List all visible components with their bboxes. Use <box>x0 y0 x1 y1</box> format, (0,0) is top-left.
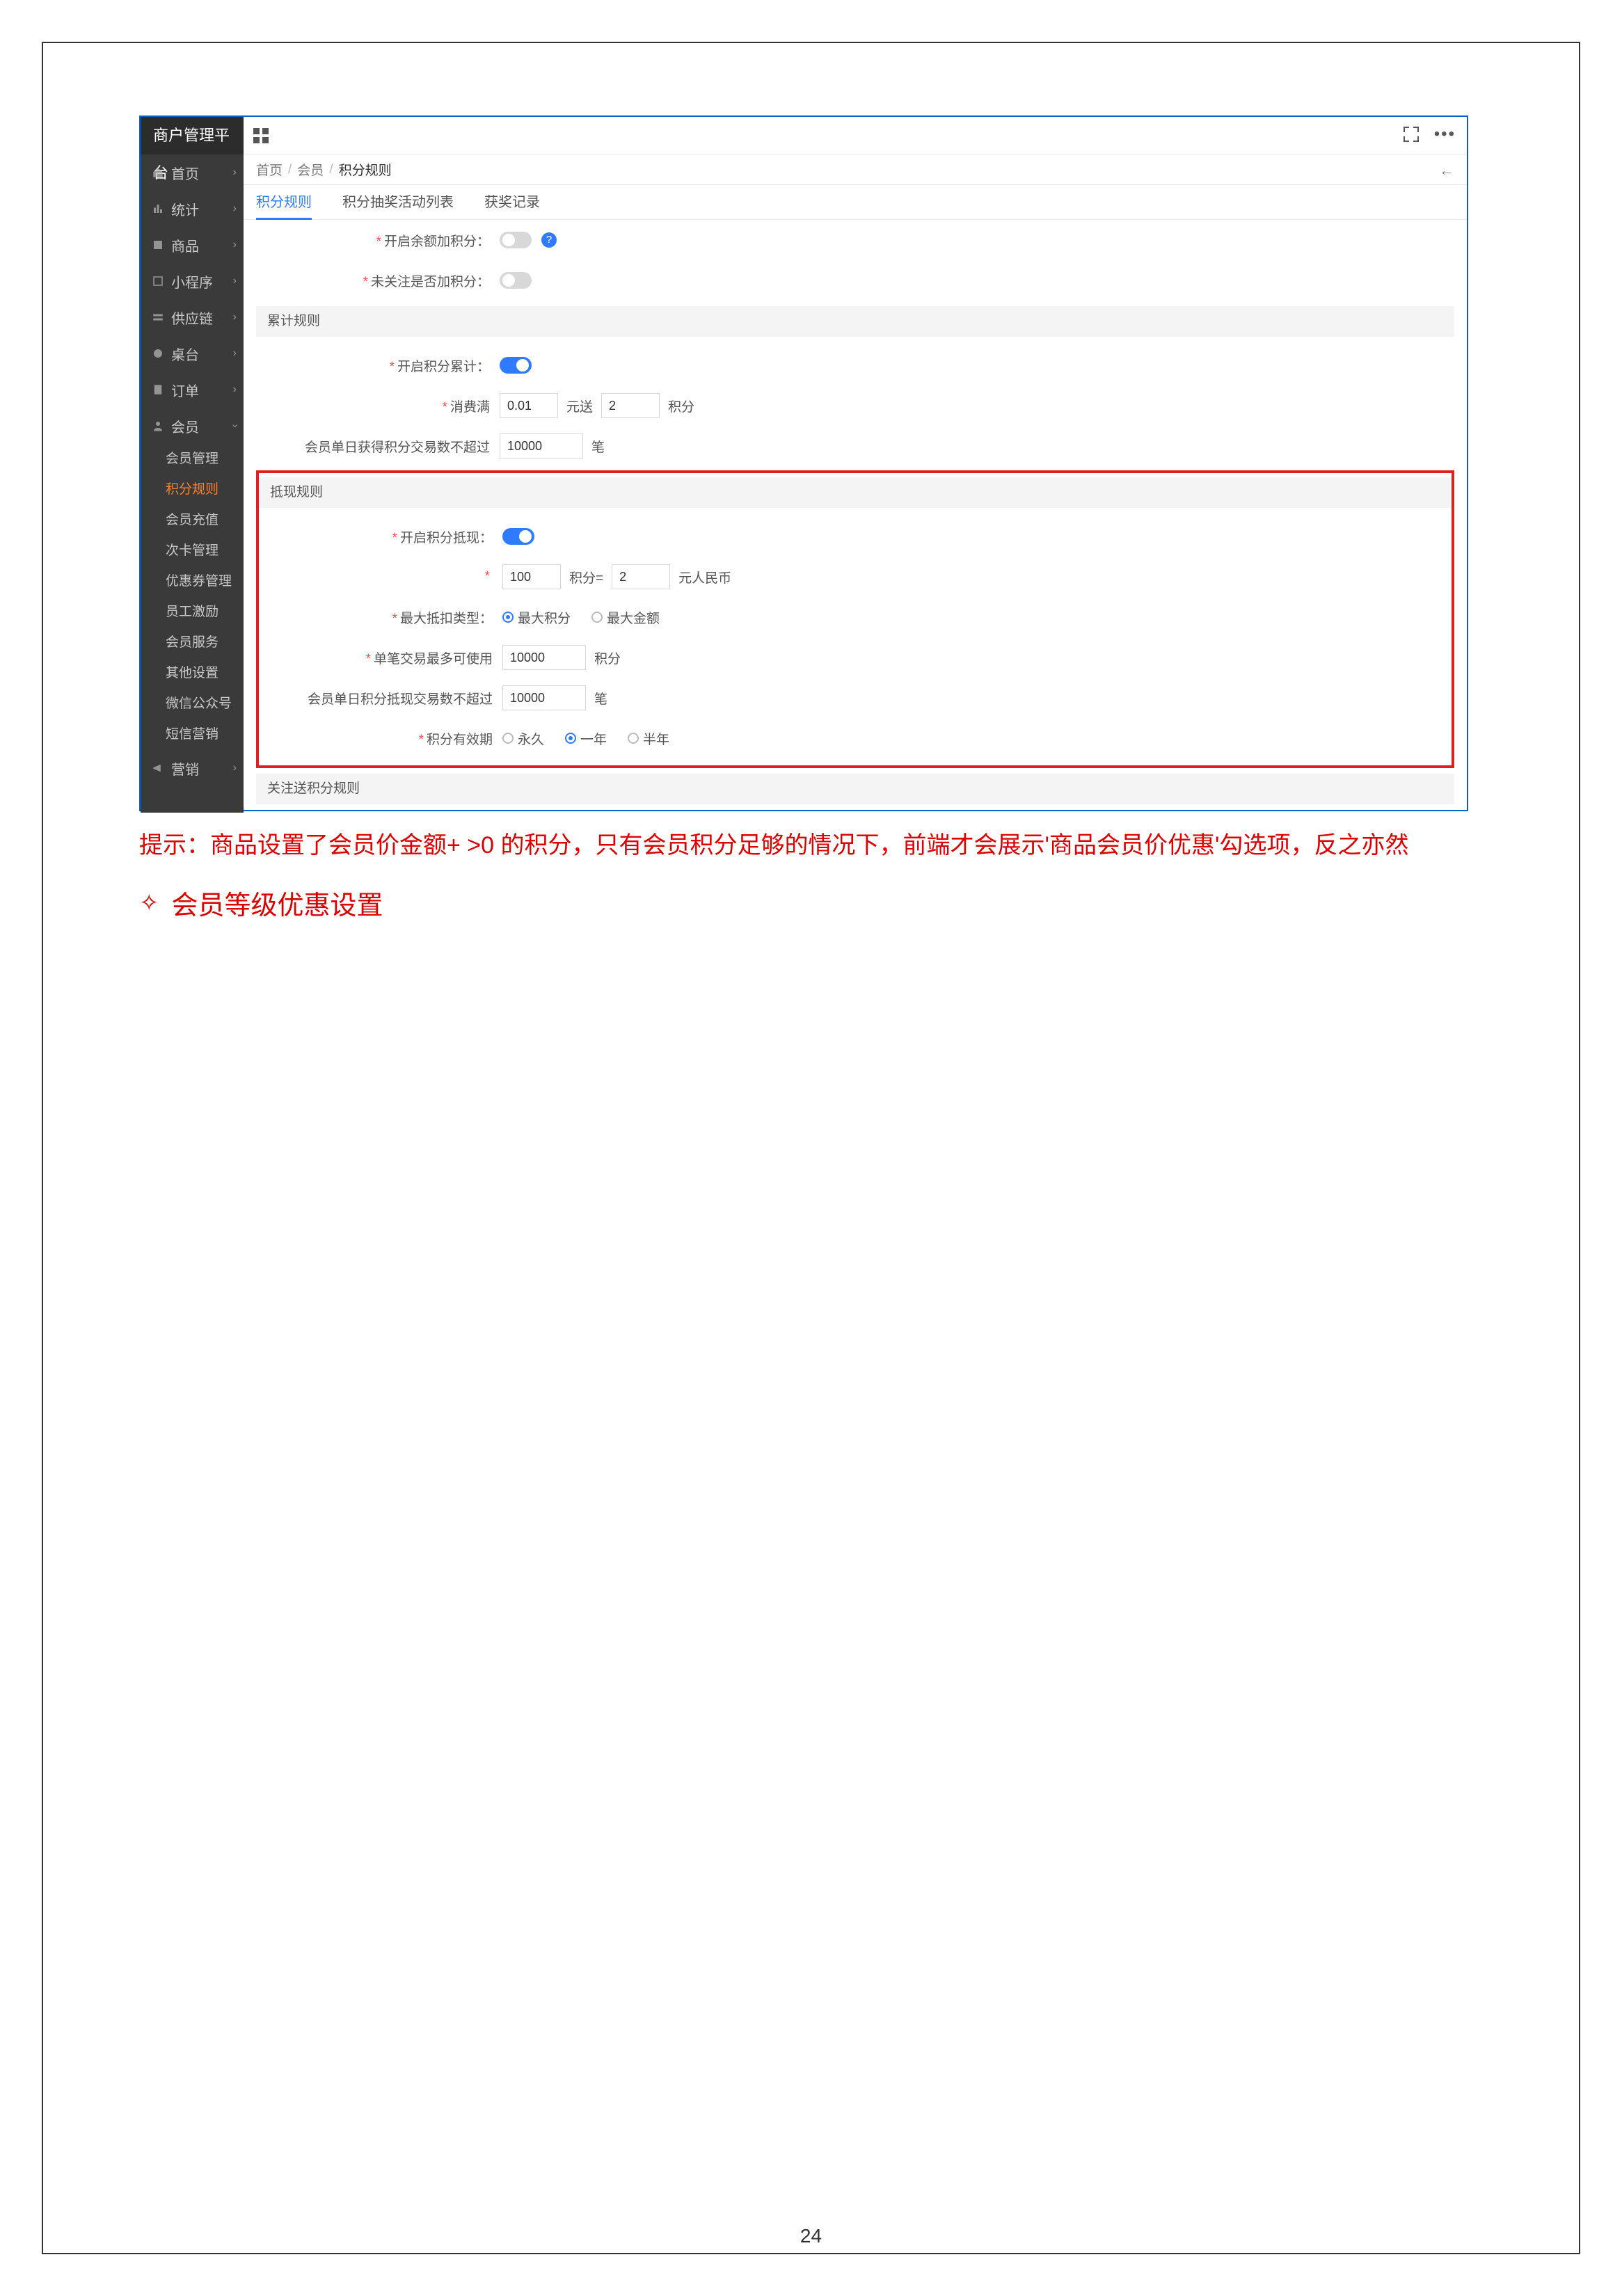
sidebar-label: 订单 <box>171 380 199 400</box>
label-enable-accumulate: *开启积分累计： <box>256 356 500 375</box>
admin-screenshot: 商户管理平台 首页› 统计› 商品› 小程序› 供应链› 桌台› 订单› <box>139 115 1468 811</box>
member-icon <box>152 420 164 432</box>
sidebar-sub-coupon[interactable]: 优惠券管理 <box>141 566 244 597</box>
sidebar-label: 统计 <box>171 199 199 219</box>
radio-max-points[interactable] <box>502 612 514 623</box>
sidebar-label: 首页 <box>171 163 199 183</box>
sidebar-item-marketing[interactable]: 营销› <box>141 750 244 786</box>
page-number: 24 <box>0 2225 1622 2247</box>
sidebar-sub-wechat[interactable]: 微信公众号 <box>141 689 244 719</box>
input-deduct-points[interactable] <box>502 564 561 589</box>
sidebar-label: 桌台 <box>171 344 199 364</box>
sidebar-item-goods[interactable]: 商品› <box>141 227 244 263</box>
text-spend-mid: 元送 <box>566 397 593 415</box>
crumb-home[interactable]: 首页 <box>256 160 283 179</box>
text-spend-unit: 积分 <box>668 397 694 415</box>
radio-valid-forever[interactable] <box>502 733 514 744</box>
radio-max-amount[interactable] <box>591 612 603 623</box>
tab-award-record[interactable]: 获奖记录 <box>484 185 540 220</box>
more-icon[interactable]: ••• <box>1434 127 1456 142</box>
toggle-enable-accumulate[interactable] <box>500 357 532 374</box>
section-accumulate: 累计规则 <box>256 306 1454 337</box>
toggle-unregistered-points[interactable] <box>500 272 532 289</box>
sidebar-label: 供应链 <box>171 308 213 328</box>
tabs: 积分规则 积分抽奖活动列表 获奖记录 <box>244 185 1467 220</box>
sidebar-item-supply[interactable]: 供应链› <box>141 299 244 335</box>
diamond-icon: ✧ <box>139 889 159 917</box>
main-form: *开启余额加积分： ? *未关注是否加积分： 累计规则 *开启积分累计： *消费… <box>244 220 1467 810</box>
deduct-rules-highlight: 抵现规则 *开启积分抵现： * 积分= 元人民币 *最大抵扣类型： 最大积分 最… <box>256 470 1454 768</box>
section-deduct: 抵现规则 <box>259 477 1452 508</box>
sidebar-label: 小程序 <box>171 271 213 292</box>
brand-title: 商户管理平台 <box>141 117 244 154</box>
section-follow-gift: 关注送积分规则 <box>256 774 1454 804</box>
topbar: ••• <box>244 117 1467 154</box>
radio-valid-halfyear[interactable] <box>628 733 639 744</box>
input-daily-deduct[interactable] <box>502 685 586 710</box>
sidebar-item-table[interactable]: 桌台› <box>141 335 244 372</box>
text-daily-gain-unit: 笔 <box>591 437 605 456</box>
text-deduct-unit: 元人民币 <box>678 568 731 587</box>
sidebar-item-stats[interactable]: 统计› <box>141 191 244 227</box>
sidebar-sub-staff[interactable]: 员工激励 <box>141 597 244 628</box>
radio-valid-oneyear[interactable] <box>565 733 576 744</box>
sidebar-item-miniprogram[interactable]: 小程序› <box>141 263 244 299</box>
sidebar: 商户管理平台 首页› 统计› 商品› 小程序› 供应链› 桌台› 订单› <box>141 117 244 813</box>
sidebar-sub-card[interactable]: 次卡管理 <box>141 536 244 566</box>
toggle-enable-deduct[interactable] <box>502 528 534 545</box>
sidebar-sub-points-rule[interactable]: 积分规则 <box>141 475 244 505</box>
sidebar-sub-other[interactable]: 其他设置 <box>141 658 244 689</box>
label-max-type: *最大抵扣类型： <box>259 608 502 627</box>
input-spend-points[interactable] <box>601 393 660 418</box>
sidebar-sub-recharge[interactable]: 会员充值 <box>141 505 244 536</box>
crumb-current: 积分规则 <box>339 160 392 179</box>
label-single-tx: *单笔交易最多可使用 <box>259 648 502 667</box>
stats-icon <box>152 202 164 215</box>
sidebar-item-order[interactable]: 订单› <box>141 372 244 408</box>
home-icon <box>152 166 164 179</box>
sidebar-label: 营销 <box>171 758 199 779</box>
input-single-tx[interactable] <box>502 645 586 670</box>
sidebar-sub-member-manage[interactable]: 会员管理 <box>141 444 244 475</box>
tab-points-rule[interactable]: 积分规则 <box>256 185 312 220</box>
label-balance-points: *开启余额加积分： <box>256 231 500 250</box>
label-daily-deduct: 会员单日积分抵现交易数不超过 <box>259 689 502 708</box>
label-spend: *消费满 <box>256 397 500 415</box>
order-icon <box>152 383 164 396</box>
sidebar-sub-service[interactable]: 会员服务 <box>141 628 244 658</box>
mini-icon <box>152 275 164 287</box>
breadcrumb: 首页 / 会员 / 积分规则 ← <box>244 154 1467 185</box>
supply-icon <box>152 311 164 324</box>
sidebar-label: 商品 <box>171 235 199 255</box>
text-daily-deduct-unit: 笔 <box>594 689 607 708</box>
tip-heading: ✧ 会员等级优惠设置 <box>139 884 383 922</box>
apps-grid-icon[interactable] <box>253 128 269 143</box>
table-icon <box>152 347 164 360</box>
input-daily-gain[interactable] <box>500 433 583 459</box>
sidebar-item-member[interactable]: 会员› <box>141 408 244 444</box>
label-deduct-rate: * <box>259 569 502 584</box>
goods-icon <box>152 239 164 251</box>
label-enable-deduct: *开启积分抵现： <box>259 527 502 546</box>
input-spend-amount[interactable] <box>500 393 558 418</box>
tip-text: 提示：商品设置了会员价金额+ >0 的积分，只有会员积分足够的情况下，前端才会展… <box>139 828 1468 863</box>
sidebar-label: 会员 <box>171 416 199 436</box>
label-unregistered-points: *未关注是否加积分： <box>256 271 500 290</box>
sidebar-sub-sms[interactable]: 短信营销 <box>141 719 244 750</box>
crumb-member[interactable]: 会员 <box>297 160 324 179</box>
tab-lottery-list[interactable]: 积分抽奖活动列表 <box>342 185 454 220</box>
text-deduct-mid: 积分= <box>569 568 603 587</box>
fullscreen-icon[interactable] <box>1404 127 1419 142</box>
label-daily-gain: 会员单日获得积分交易数不超过 <box>256 437 500 456</box>
toggle-balance-points[interactable] <box>500 232 532 248</box>
label-validity: *积分有效期 <box>259 729 502 748</box>
help-icon[interactable]: ? <box>541 232 557 248</box>
back-arrow-icon[interactable]: ← <box>1439 161 1454 180</box>
marketing-icon <box>152 762 164 774</box>
input-deduct-rmb[interactable] <box>612 564 670 589</box>
sidebar-item-home[interactable]: 首页› <box>141 154 244 191</box>
text-single-tx-unit: 积分 <box>594 648 621 667</box>
